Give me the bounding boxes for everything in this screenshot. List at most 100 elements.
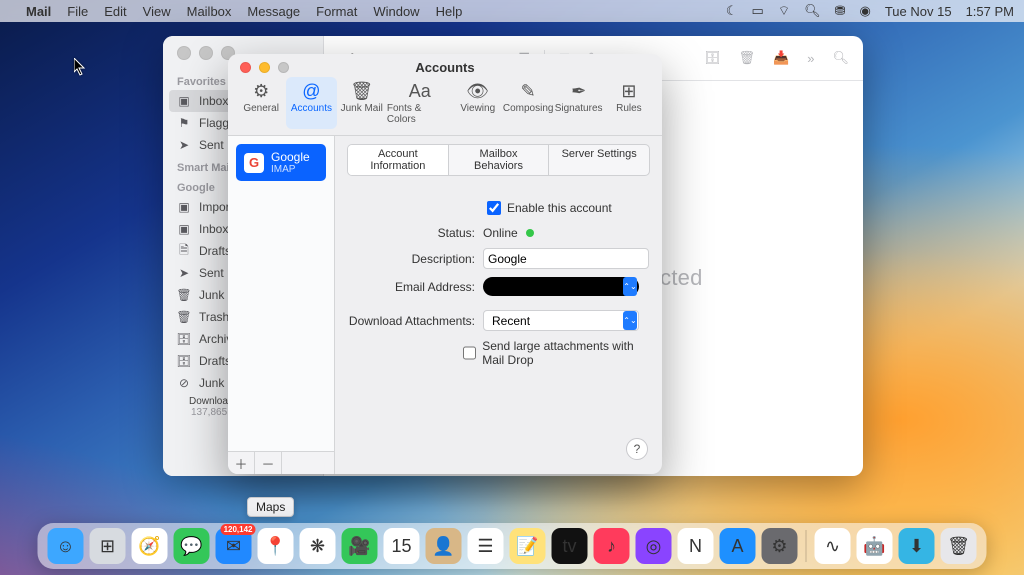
account-row-google[interactable]: G Google IMAP <box>236 144 326 181</box>
dock-app-maps[interactable]: 📍 <box>258 528 294 564</box>
moon-icon[interactable]: ☾ <box>726 3 738 19</box>
more-icon[interactable]: » <box>807 51 814 66</box>
dock-app-news[interactable]: N <box>678 528 714 564</box>
control-center-icon[interactable]: ▭ <box>752 3 764 19</box>
prefs-tab-accounts[interactable]: @ Accounts <box>286 77 336 129</box>
dock-app-automator[interactable]: 🤖 <box>857 528 893 564</box>
prefs-tab-label: Accounts <box>291 103 332 114</box>
dock-app-tv[interactable]: tv <box>552 528 588 564</box>
dock-app-launchpad[interactable]: ⊞ <box>90 528 126 564</box>
doc-icon: 🗎 <box>177 244 191 258</box>
menu-view[interactable]: View <box>143 4 171 19</box>
trash-icon: 🗑 <box>177 310 191 324</box>
prefs-tab-label: Fonts & Colors <box>387 103 453 125</box>
dock-app-settings[interactable]: ⚙︎ <box>762 528 798 564</box>
help-button[interactable]: ? <box>626 438 648 460</box>
dock-app-notes[interactable]: 📝 <box>510 528 546 564</box>
dock-app-contacts[interactable]: 👤 <box>426 528 462 564</box>
move-icon[interactable]: 📥 <box>773 50 789 66</box>
dock-app-music[interactable]: ♪ <box>594 528 630 564</box>
font-icon: Aa <box>409 81 431 101</box>
eye-icon: 👁 <box>466 81 489 101</box>
dock-app-reminders[interactable]: ☰ <box>468 528 504 564</box>
close-button[interactable] <box>177 46 191 60</box>
chevron-updown-icon[interactable]: ⌃⌄ <box>623 311 637 330</box>
enable-account-checkbox[interactable] <box>487 201 501 215</box>
trash-icon: 🗑 <box>350 81 373 101</box>
menubar-time[interactable]: 1:57 PM <box>966 4 1014 19</box>
menu-help[interactable]: Help <box>436 4 463 19</box>
send-icon: ➤ <box>177 138 191 152</box>
description-input[interactable] <box>483 248 649 269</box>
subtab-account-info[interactable]: Account Information <box>348 145 448 175</box>
send-icon: ➤ <box>177 266 191 280</box>
trash-icon: 🗑 <box>177 288 191 302</box>
google-icon: G <box>244 153 264 173</box>
dock-app-messages[interactable]: 💬 <box>174 528 210 564</box>
subtab-server-settings[interactable]: Server Settings <box>548 145 649 175</box>
prefs-tab-viewing[interactable]: 👁Viewing <box>453 77 503 129</box>
prefs-tab-fonts[interactable]: AaFonts & Colors <box>387 77 453 129</box>
menu-format[interactable]: Format <box>316 4 357 19</box>
prefs-tab-signatures[interactable]: ✒︎Signatures <box>553 77 603 129</box>
dock-app-trash[interactable]: 🗑 <box>941 528 977 564</box>
app-menu[interactable]: Mail <box>26 4 51 19</box>
tray-icon: ▣ <box>177 94 191 108</box>
accounts-list[interactable]: G Google IMAP ＋ － <box>228 136 335 474</box>
compose-icon: ✎ <box>521 81 536 101</box>
dock-app-podcasts[interactable]: ◎ <box>636 528 672 564</box>
gear-icon: ⚙︎ <box>253 81 269 101</box>
cursor-icon <box>74 58 86 76</box>
dock-app-downloads[interactable]: ⬇︎ <box>899 528 935 564</box>
prefs-tab-composing[interactable]: ✎Composing <box>503 77 554 129</box>
download-attachments-select[interactable]: Recent <box>483 310 639 331</box>
spotlight-icon[interactable]: 🔍︎ <box>804 3 821 19</box>
dock-app-grapher[interactable]: ∿ <box>815 528 851 564</box>
email-redacted <box>483 277 639 296</box>
sidebar-item-label: Drafts <box>199 354 231 368</box>
archive-icon: 🗄 <box>177 332 191 346</box>
minimize-button[interactable] <box>199 46 213 60</box>
sidebar-item-label: Inbox <box>199 222 228 236</box>
prefs-tab-junk[interactable]: 🗑Junk Mail <box>337 77 387 129</box>
menu-mailbox[interactable]: Mailbox <box>187 4 232 19</box>
menu-message[interactable]: Message <box>247 4 300 19</box>
menu-bar: Mail File Edit View Mailbox Message Form… <box>0 0 1024 22</box>
dock-separator <box>806 530 807 562</box>
minimize-button[interactable] <box>259 62 270 73</box>
subtab-mailbox-behaviors[interactable]: Mailbox Behaviors <box>448 145 549 175</box>
add-account-button[interactable]: ＋ <box>228 452 255 474</box>
search-icon[interactable]: 🔍︎ <box>832 50 849 66</box>
menu-window[interactable]: Window <box>373 4 419 19</box>
sidebar-item-label: Trash <box>199 310 229 324</box>
prefs-tab-general[interactable]: ⚙︎General <box>236 77 286 129</box>
mail-window-controls[interactable] <box>177 46 235 60</box>
prefs-tab-rules[interactable]: ⊞Rules <box>604 77 654 129</box>
menu-edit[interactable]: Edit <box>104 4 126 19</box>
maildrop-checkbox[interactable] <box>463 346 476 360</box>
badge: 120,142 <box>221 524 256 535</box>
dock-app-mail[interactable]: ✉︎120,142 <box>216 528 252 564</box>
dock-app-appstore[interactable]: A <box>720 528 756 564</box>
prefs-window-controls[interactable] <box>240 62 289 73</box>
archive-icon[interactable]: 🗄 <box>704 50 721 66</box>
dock-app-safari[interactable]: 🧭 <box>132 528 168 564</box>
dock-app-photos[interactable]: ❋ <box>300 528 336 564</box>
zoom-button[interactable] <box>278 62 289 73</box>
rules-icon: ⊞ <box>621 81 636 101</box>
chevron-updown-icon[interactable]: ⌃⌄ <box>623 277 637 296</box>
enable-account-label: Enable this account <box>507 201 612 215</box>
siri-icon[interactable]: ◉ <box>860 3 871 19</box>
dock-app-finder[interactable]: ☺ <box>48 528 84 564</box>
menu-file[interactable]: File <box>67 4 88 19</box>
menubar-date[interactable]: Tue Nov 15 <box>885 4 952 19</box>
wifi-icon[interactable]: ⌔ <box>778 3 790 19</box>
dock-app-calendar[interactable]: 15 <box>384 528 420 564</box>
remove-account-button[interactable]: － <box>255 452 282 474</box>
status-label: Status: <box>347 226 483 240</box>
close-button[interactable] <box>240 62 251 73</box>
battery-icon[interactable]: ⛃ <box>835 3 846 19</box>
trash-icon[interactable]: 🗑 <box>739 50 756 66</box>
dock-app-facetime[interactable]: 🎥 <box>342 528 378 564</box>
at-icon: @ <box>302 81 320 101</box>
